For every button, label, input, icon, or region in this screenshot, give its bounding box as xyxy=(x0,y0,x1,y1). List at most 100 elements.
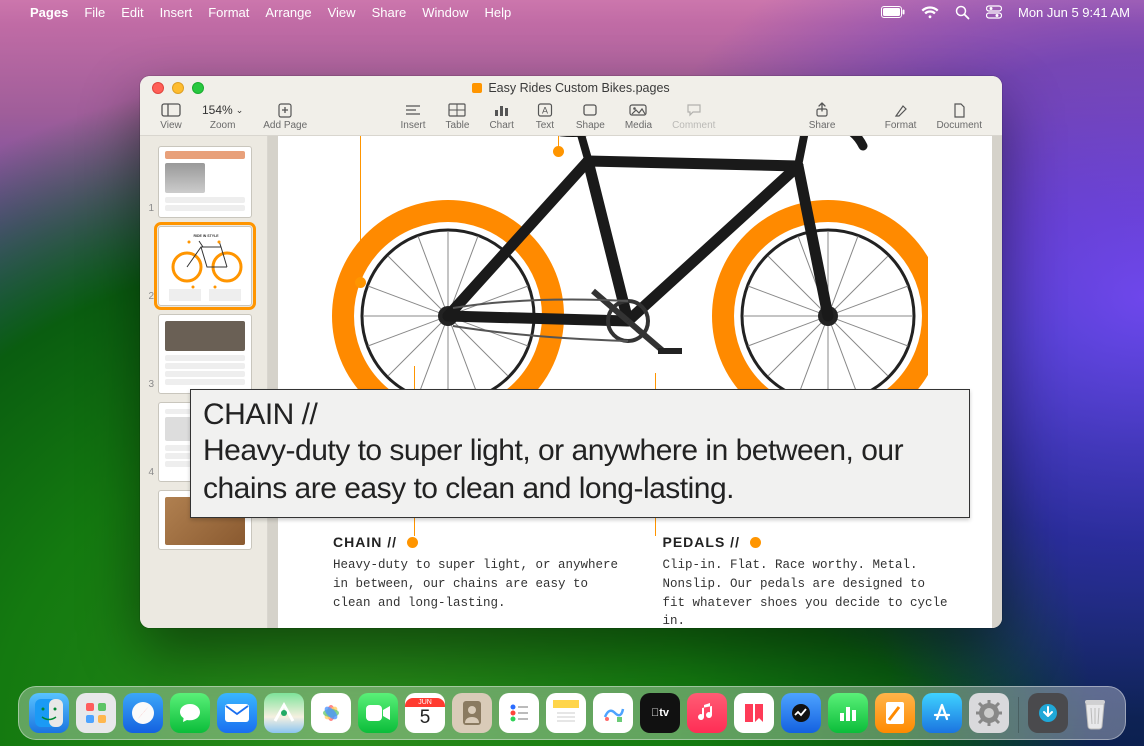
comment-icon xyxy=(683,102,705,118)
thumb-number: 1 xyxy=(146,203,154,218)
toolbar-insert[interactable]: Insert xyxy=(391,100,436,131)
thumbnail-3[interactable]: 3 xyxy=(140,310,267,398)
menu-arrange[interactable]: Arrange xyxy=(265,5,311,20)
battery-icon[interactable] xyxy=(881,6,905,18)
document-title[interactable]: Easy Rides Custom Bikes.pages xyxy=(472,81,669,95)
window-close-button[interactable] xyxy=(152,82,164,94)
thumbnail-2[interactable]: 2 RIDE IN STYLE xyxy=(140,222,267,310)
toolbar-format[interactable]: Format xyxy=(875,100,927,131)
toolbar-add-page[interactable]: Add Page xyxy=(253,100,317,131)
format-icon xyxy=(890,102,912,118)
hover-text-line2: Heavy-duty to super light, or anywhere i… xyxy=(203,432,957,507)
pedals-body[interactable]: Clip-in. Flat. Race worthy. Metal. Nonsl… xyxy=(663,556,953,628)
menu-edit[interactable]: Edit xyxy=(121,5,143,20)
dock-stocks[interactable] xyxy=(781,693,821,733)
document-page: CHAIN // Heavy-duty to super light, or a… xyxy=(278,136,992,628)
toolbar-document-label: Document xyxy=(936,120,982,131)
wifi-icon[interactable] xyxy=(921,6,939,19)
dock-downloads[interactable] xyxy=(1028,693,1068,733)
dock-mail[interactable] xyxy=(217,693,257,733)
menu-share[interactable]: Share xyxy=(372,5,407,20)
dock-safari[interactable] xyxy=(123,693,163,733)
document-title-text: Easy Rides Custom Bikes.pages xyxy=(488,81,669,95)
dock-calendar[interactable]: JUN5 xyxy=(405,693,445,733)
svg-text:RIDE IN STYLE: RIDE IN STYLE xyxy=(193,234,219,238)
dock-pages[interactable] xyxy=(875,693,915,733)
dock-reminders[interactable] xyxy=(499,693,539,733)
page-thumbnails-sidebar[interactable]: 1 2 RIDE IN STYLE xyxy=(140,136,268,628)
toolbar-view[interactable]: View xyxy=(150,100,192,131)
dock-news[interactable] xyxy=(734,693,774,733)
chart-icon xyxy=(491,102,513,118)
thumb-number: 3 xyxy=(146,379,154,394)
toolbar-shape[interactable]: Shape xyxy=(566,100,615,131)
toolbar-table[interactable]: Table xyxy=(436,100,480,131)
toolbar-text-label: Text xyxy=(536,120,554,131)
dock: JUN5 tv xyxy=(18,686,1126,740)
toolbar-share[interactable]: Share xyxy=(799,100,846,131)
menu-window[interactable]: Window xyxy=(422,5,468,20)
insert-icon xyxy=(402,102,424,118)
document-icon xyxy=(948,102,970,118)
toolbar-shape-label: Shape xyxy=(576,120,605,131)
dock-maps[interactable] xyxy=(264,693,304,733)
thumb-number: 2 xyxy=(146,291,154,306)
window-zoom-button[interactable] xyxy=(192,82,204,94)
menu-view[interactable]: View xyxy=(328,5,356,20)
document-icon xyxy=(472,83,482,93)
zoom-value: 154% xyxy=(202,103,233,117)
dock-trash[interactable] xyxy=(1075,693,1115,733)
window-minimize-button[interactable] xyxy=(172,82,184,94)
menu-file[interactable]: File xyxy=(84,5,105,20)
callout-marker xyxy=(355,277,366,288)
chain-body[interactable]: Heavy-duty to super light, or anywhere i… xyxy=(333,556,623,612)
dock-finder[interactable] xyxy=(29,693,69,733)
toolbar-insert-label: Insert xyxy=(401,120,426,131)
dock-launchpad[interactable] xyxy=(76,693,116,733)
dock-numbers[interactable] xyxy=(828,693,868,733)
dock-messages[interactable] xyxy=(170,693,210,733)
toolbar-add-page-label: Add Page xyxy=(263,120,307,131)
spotlight-icon[interactable] xyxy=(955,5,970,20)
menu-format[interactable]: Format xyxy=(208,5,249,20)
bike-illustration xyxy=(328,136,928,416)
toolbar: View 154%⌄ Zoom Add Page Insert Table Ch… xyxy=(140,100,1002,136)
dock-notes[interactable] xyxy=(546,693,586,733)
menubar-clock[interactable]: Mon Jun 5 9:41 AM xyxy=(1018,5,1130,20)
add-page-icon xyxy=(274,102,296,118)
dock-contacts[interactable] xyxy=(452,693,492,733)
toolbar-document[interactable]: Document xyxy=(926,100,992,131)
toolbar-media[interactable]: Media xyxy=(615,100,662,131)
table-icon xyxy=(446,102,468,118)
toolbar-comment[interactable]: Comment xyxy=(662,100,725,131)
dock-separator xyxy=(1018,697,1019,733)
toolbar-comment-label: Comment xyxy=(672,120,715,131)
toolbar-table-label: Table xyxy=(446,120,470,131)
thumbnail-1[interactable]: 1 xyxy=(140,142,267,222)
dock-facetime[interactable] xyxy=(358,693,398,733)
chain-section: CHAIN // Heavy-duty to super light, or a… xyxy=(333,534,623,628)
thumb-number xyxy=(146,546,154,550)
toolbar-text[interactable]: A Text xyxy=(524,100,566,131)
pedals-section: PEDALS // Clip-in. Flat. Race worthy. Me… xyxy=(663,534,953,628)
dock-music[interactable] xyxy=(687,693,727,733)
calendar-day: 5 xyxy=(420,707,431,729)
dock-appstore[interactable] xyxy=(922,693,962,733)
hover-text-overlay: CHAIN // Heavy-duty to super light, or a… xyxy=(190,389,970,518)
toolbar-chart[interactable]: Chart xyxy=(479,100,523,131)
media-icon xyxy=(627,102,649,118)
dock-photos[interactable] xyxy=(311,693,351,733)
toolbar-zoom[interactable]: 154%⌄ Zoom xyxy=(192,100,253,131)
dock-freeform[interactable] xyxy=(593,693,633,733)
menu-help[interactable]: Help xyxy=(485,5,512,20)
toolbar-chart-label: Chart xyxy=(489,120,513,131)
app-menu[interactable]: Pages xyxy=(30,5,68,20)
dock-settings[interactable] xyxy=(969,693,1009,733)
document-canvas[interactable]: CHAIN // Heavy-duty to super light, or a… xyxy=(268,136,1002,628)
text-icon: A xyxy=(534,102,556,118)
menu-insert[interactable]: Insert xyxy=(160,5,193,20)
control-center-icon[interactable] xyxy=(986,5,1002,19)
dock-tv[interactable]: tv xyxy=(640,693,680,733)
chevron-down-icon: ⌄ xyxy=(236,105,244,116)
pages-window: Easy Rides Custom Bikes.pages View 154%⌄… xyxy=(140,76,1002,628)
